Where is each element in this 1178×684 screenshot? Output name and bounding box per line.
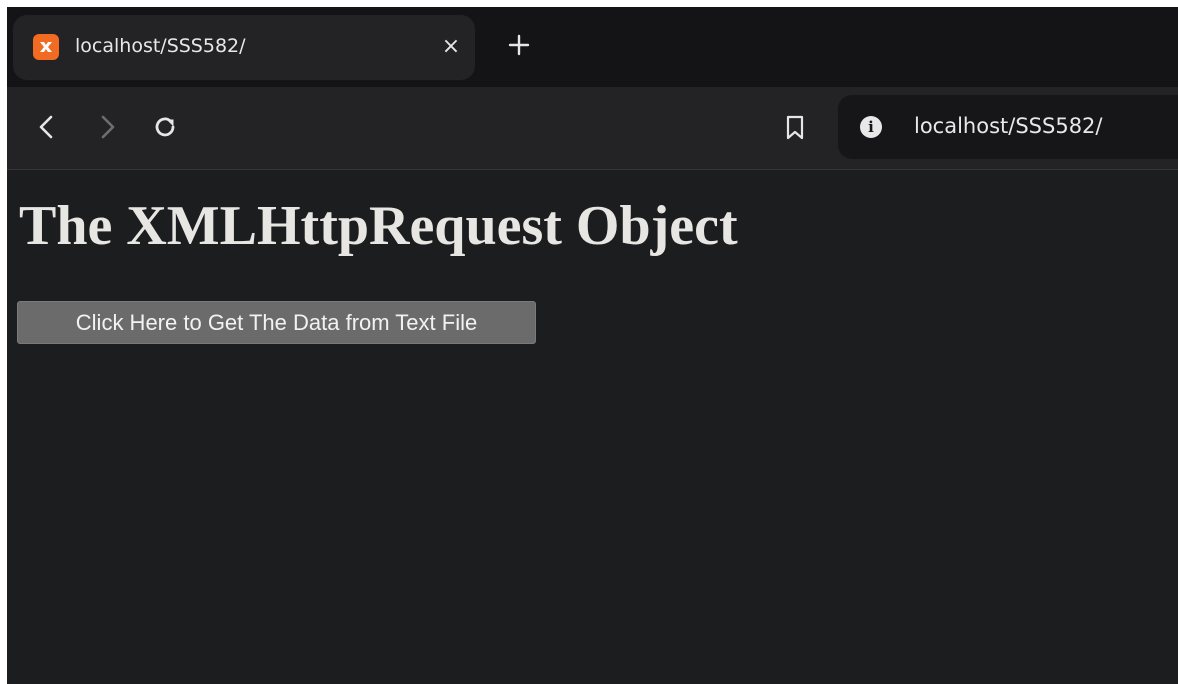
tab-title: localhost/SSS582/ xyxy=(75,35,246,57)
address-url[interactable]: localhost/SSS582/ xyxy=(914,114,1103,138)
chevron-right-icon xyxy=(101,115,115,139)
reload-button[interactable] xyxy=(149,111,181,143)
chevron-left-icon xyxy=(39,115,53,139)
info-icon[interactable]: i xyxy=(860,116,882,138)
forward-button[interactable] xyxy=(91,111,123,143)
browser-window: localhost/SSS582/ × i localhost/SSS582/ … xyxy=(7,7,1178,684)
bookmark-button[interactable] xyxy=(779,111,811,143)
reload-icon xyxy=(155,117,175,137)
get-data-button[interactable]: Click Here to Get The Data from Text Fil… xyxy=(17,301,536,344)
tab-localhost[interactable]: localhost/SSS582/ × xyxy=(13,15,475,80)
xampp-icon xyxy=(33,34,59,60)
page-title: The XMLHttpRequest Object xyxy=(19,195,738,257)
tab-strip: localhost/SSS582/ × xyxy=(7,7,1178,87)
back-button[interactable] xyxy=(31,111,63,143)
address-bar[interactable]: i localhost/SSS582/ xyxy=(838,95,1178,159)
bookmark-icon xyxy=(786,115,804,140)
page-content: The XMLHttpRequest Object Click Here to … xyxy=(7,170,1178,684)
close-tab-icon[interactable]: × xyxy=(437,33,465,61)
plus-icon[interactable] xyxy=(505,31,533,59)
browser-toolbar: i localhost/SSS582/ xyxy=(7,87,1178,170)
